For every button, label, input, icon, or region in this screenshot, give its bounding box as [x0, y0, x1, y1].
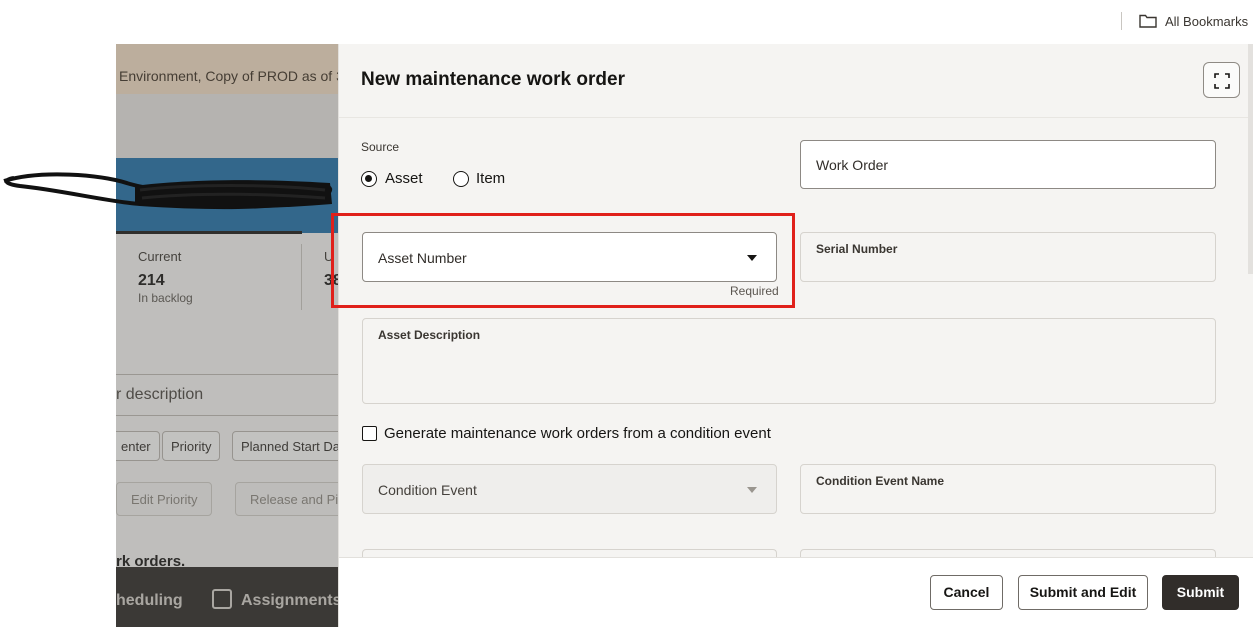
background-app: Environment, Copy of PROD as of 3/ Curre… — [116, 44, 338, 627]
cancel-button[interactable]: Cancel — [930, 575, 1003, 610]
source-asset-label[interactable]: Asset — [385, 170, 423, 187]
condition-event-checkbox[interactable] — [362, 426, 377, 441]
source-item-label[interactable]: Item — [476, 170, 505, 187]
divider — [1121, 12, 1122, 30]
drawer-title: New maintenance work order — [361, 69, 625, 90]
work-order-field[interactable]: Work Order — [800, 140, 1216, 189]
chevron-down-icon — [747, 487, 757, 493]
submit-button[interactable]: Submit — [1162, 575, 1239, 610]
source-item-radio[interactable] — [453, 171, 469, 187]
modal-overlay — [116, 44, 338, 627]
expand-icon — [1214, 73, 1230, 89]
drawer-footer: Cancel Submit and Edit Submit — [339, 557, 1253, 627]
drawer-header: New maintenance work order — [339, 44, 1253, 118]
expand-button[interactable] — [1203, 62, 1240, 98]
condition-event-checkbox-label[interactable]: Generate maintenance work orders from a … — [384, 425, 771, 442]
all-bookmarks-link[interactable]: All Bookmarks — [1165, 14, 1248, 29]
new-work-order-drawer: New maintenance work order Source Asset … — [331, 44, 1253, 627]
asset-description-field: Asset Description — [362, 318, 1216, 404]
asset-description-label: Asset Description — [378, 328, 481, 342]
source-asset-radio[interactable] — [361, 171, 377, 187]
work-order-label: Work Order — [816, 157, 889, 173]
highlight-annotation — [331, 213, 795, 308]
condition-event-select: Condition Event — [362, 464, 777, 514]
redaction-scribble — [3, 172, 332, 210]
top-bar: All Bookmarks — [0, 0, 1253, 44]
serial-number-field: Serial Number — [800, 232, 1216, 282]
submit-and-edit-button[interactable]: Submit and Edit — [1018, 575, 1148, 610]
serial-number-label: Serial Number — [816, 242, 898, 256]
condition-event-name-field: Condition Event Name — [800, 464, 1216, 514]
condition-event-name-label: Condition Event Name — [816, 474, 945, 488]
folder-icon[interactable] — [1139, 13, 1157, 29]
source-label: Source — [361, 140, 400, 154]
condition-event-label: Condition Event — [378, 482, 477, 498]
scrollbar[interactable] — [1248, 44, 1253, 274]
